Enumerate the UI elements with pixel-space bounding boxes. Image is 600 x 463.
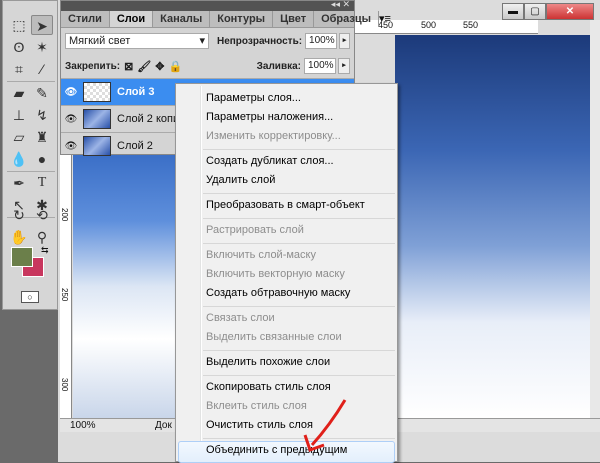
minimize-button[interactable]: ▬ bbox=[502, 3, 524, 20]
red-arrow-annotation bbox=[303, 399, 347, 452]
vertical-scrollbar[interactable] bbox=[590, 20, 600, 420]
lock-position-icon[interactable]: ✥ bbox=[155, 60, 164, 73]
close-button[interactable]: ✕ bbox=[546, 3, 594, 20]
menu-separator bbox=[203, 306, 395, 307]
opacity-slider-button[interactable]: ▸ bbox=[339, 33, 350, 49]
menu-item[interactable]: Очистить стиль слоя bbox=[206, 419, 313, 431]
menu-item: Связать слои bbox=[206, 312, 275, 324]
tab-styles[interactable]: Стили bbox=[61, 11, 110, 27]
canvas-image[interactable] bbox=[395, 35, 590, 418]
lock-image-icon[interactable]: 🖌 bbox=[137, 60, 151, 73]
layer-thumbnail bbox=[83, 109, 111, 129]
panel-header: ◂◂ ✕ bbox=[61, 0, 354, 11]
swap-colors-icon[interactable]: ⇆ bbox=[41, 245, 49, 256]
menu-item: Вклеить стиль слоя bbox=[206, 400, 307, 412]
tab-color[interactable]: Цвет bbox=[273, 11, 315, 27]
tab-layers[interactable]: Слои bbox=[109, 11, 154, 27]
quick-mask-icon[interactable]: ○ bbox=[21, 291, 39, 303]
menu-item: Включить слой-маску bbox=[206, 249, 316, 261]
tab-channels[interactable]: Каналы bbox=[153, 11, 211, 27]
menu-item[interactable]: Выделить похожие слои bbox=[206, 356, 330, 368]
layer-thumbnail bbox=[83, 136, 111, 156]
menu-item[interactable]: Параметры наложения... bbox=[206, 111, 333, 123]
zoom-tool-icon[interactable]: ⚲ bbox=[31, 227, 53, 247]
visibility-eye-icon[interactable]: 👁 bbox=[61, 114, 81, 125]
menu-item: Изменить корректировку... bbox=[206, 130, 341, 142]
panel-menu-icon[interactable]: ▾≡ bbox=[379, 11, 395, 27]
eyedropper-icon[interactable]: ⁄ bbox=[31, 59, 53, 79]
menu-item: Включить векторную маску bbox=[206, 268, 345, 280]
ruler-label: 550 bbox=[463, 20, 479, 30]
visibility-eye-icon[interactable]: 👁 bbox=[61, 87, 81, 98]
visibility-eye-icon[interactable]: 👁 bbox=[61, 141, 81, 152]
move-tool-icon[interactable]: ➤ bbox=[31, 15, 53, 35]
ruler-vertical: 200 250 300 bbox=[60, 150, 72, 418]
menu-item[interactable]: Преобразовать в смарт-объект bbox=[206, 199, 365, 211]
zoom-level[interactable]: 100% bbox=[70, 420, 96, 431]
crop-tool-icon[interactable]: ⌗ bbox=[8, 59, 30, 79]
ruler-label: 300 bbox=[60, 378, 69, 392]
menu-item[interactable]: Создать дубликат слоя... bbox=[206, 155, 334, 167]
menu-separator bbox=[203, 193, 395, 194]
history-brush-icon[interactable]: ↯ bbox=[31, 105, 53, 125]
panel-collapse-icon[interactable]: ◂◂ ✕ bbox=[331, 0, 350, 10]
type-tool-icon[interactable]: T bbox=[31, 173, 53, 193]
foreground-color-swatch[interactable] bbox=[11, 247, 33, 267]
tools-panel: ⬚ ➤ ʘ ✶ ⌗ ⁄ ▰ ✎ ⊥ ↯ ▱ ♜ 💧 ● ✒ T ↖ ✱ ↻ ⟲ … bbox=[2, 0, 58, 310]
paint-bucket-icon[interactable]: ♜ bbox=[31, 127, 53, 147]
maximize-button[interactable]: ▢ bbox=[524, 3, 546, 20]
menu-item[interactable]: Создать обтравочную маску bbox=[206, 287, 350, 299]
tab-paths[interactable]: Контуры bbox=[210, 11, 274, 27]
brush-tool-icon[interactable]: ✎ bbox=[31, 83, 53, 103]
menu-separator bbox=[203, 218, 395, 219]
tab-swatches[interactable]: Образцы bbox=[314, 11, 380, 27]
magic-wand-icon[interactable]: ✶ bbox=[31, 37, 53, 57]
lock-all-icon[interactable]: 🔒 bbox=[168, 60, 182, 73]
opacity-input[interactable]: 100% bbox=[305, 33, 338, 49]
menu-separator bbox=[203, 438, 395, 439]
blend-mode-value: Мягкий свет bbox=[69, 35, 131, 47]
menu-separator bbox=[203, 149, 395, 150]
canvas-image[interactable] bbox=[73, 155, 178, 418]
ruler-label: 250 bbox=[60, 288, 69, 302]
layer-name: Слой 2 bbox=[117, 140, 153, 152]
blur-tool-icon[interactable]: 💧 bbox=[8, 149, 30, 169]
lock-transparency-icon[interactable]: ⊠ bbox=[124, 60, 133, 73]
fill-label: Заливка: bbox=[256, 60, 301, 72]
lasso-tool-icon[interactable]: ʘ bbox=[8, 37, 30, 57]
eraser-icon[interactable]: ▱ bbox=[8, 127, 30, 147]
pen-tool-icon[interactable]: ✒ bbox=[8, 173, 30, 193]
panel-tabs: Стили Слои Каналы Контуры Цвет Образцы ▾… bbox=[61, 11, 391, 28]
lock-label: Закрепить: bbox=[65, 60, 121, 72]
clone-stamp-icon[interactable]: ⊥ bbox=[8, 105, 30, 125]
healing-brush-icon[interactable]: ▰ bbox=[8, 83, 30, 103]
opacity-label: Непрозрачность: bbox=[216, 35, 303, 47]
dodge-tool-icon[interactable]: ● bbox=[31, 149, 53, 169]
menu-item[interactable]: Параметры слоя... bbox=[206, 92, 301, 104]
ruler-label: 500 bbox=[421, 20, 437, 30]
menu-separator bbox=[203, 243, 395, 244]
marquee-tool-icon[interactable]: ⬚ bbox=[8, 15, 30, 35]
layer-thumbnail bbox=[83, 82, 111, 102]
menu-item: Растрировать слой bbox=[206, 224, 304, 236]
3d-orbit-icon[interactable]: ⟲ bbox=[31, 205, 53, 225]
window-controls: ▬ ▢ ✕ bbox=[502, 3, 594, 21]
document-info[interactable]: Док bbox=[155, 420, 172, 431]
layer-context-menu: Параметры слоя... Параметры наложения... И… bbox=[175, 83, 398, 463]
menu-item[interactable]: Удалить слой bbox=[206, 174, 275, 186]
menu-item: Выделить связанные слои bbox=[206, 331, 342, 343]
menu-separator bbox=[203, 350, 395, 351]
layer-name: Слой 3 bbox=[117, 86, 155, 98]
3d-rotate-icon[interactable]: ↻ bbox=[8, 205, 30, 225]
menu-item[interactable]: Скопировать стиль слоя bbox=[206, 381, 331, 393]
ruler-label: 200 bbox=[60, 208, 69, 222]
fill-input[interactable]: 100% bbox=[304, 58, 336, 74]
blend-mode-select[interactable]: Мягкий свет ▾ bbox=[65, 33, 209, 49]
hand-tool-icon[interactable]: ✋ bbox=[8, 227, 30, 247]
menu-separator bbox=[203, 375, 395, 376]
fill-slider-button[interactable]: ▸ bbox=[338, 58, 350, 74]
